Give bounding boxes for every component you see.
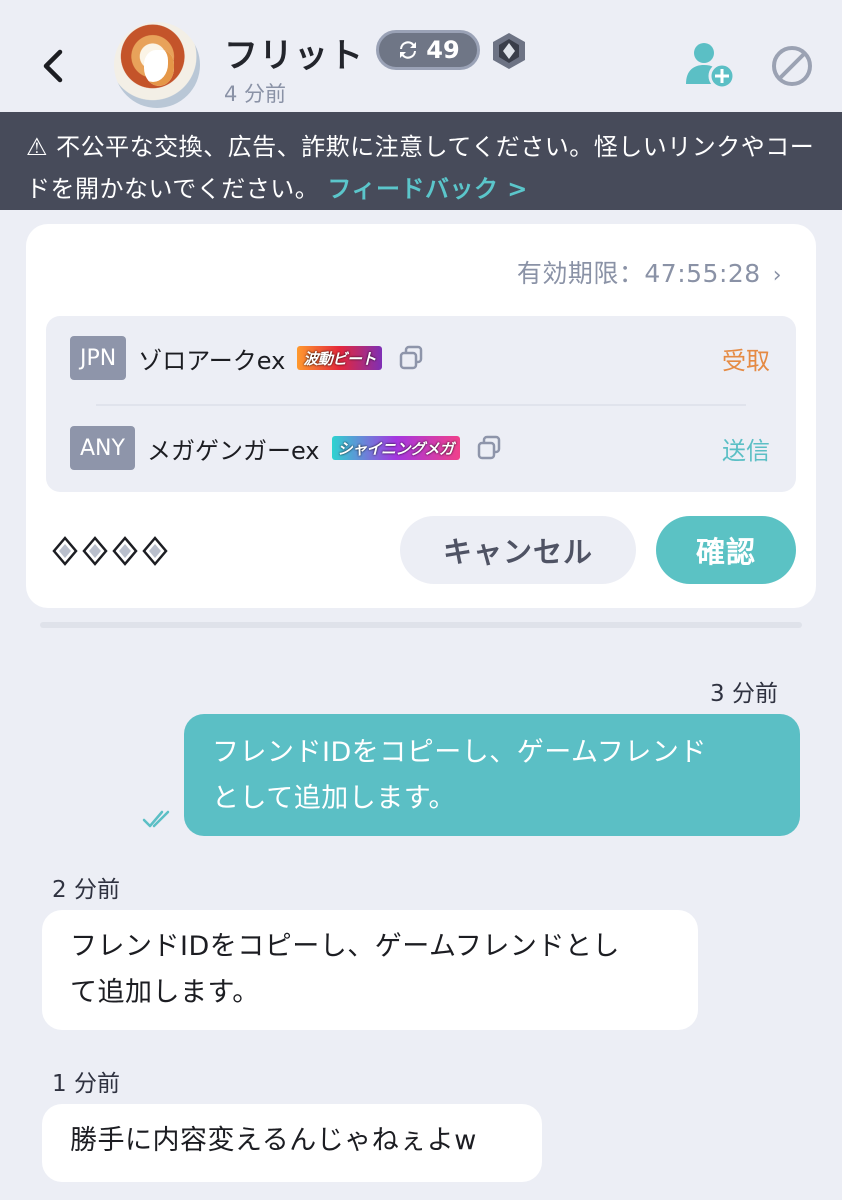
language-tag: JPN	[70, 336, 127, 380]
confirm-button[interactable]: 確認	[656, 516, 796, 584]
rarity-diamonds	[52, 536, 168, 566]
user-name[interactable]: フリット	[224, 28, 364, 77]
message-line: て追加します。	[70, 977, 260, 1008]
back-icon[interactable]	[36, 46, 72, 86]
diamond-icon	[142, 536, 168, 566]
add-friend-icon[interactable]	[684, 40, 736, 90]
status-send: 送信	[722, 436, 770, 465]
last-seen: 4 分前	[224, 82, 287, 106]
message-line: フレンドIDをコピーし、ゲームフレンド	[212, 737, 707, 768]
feedback-link[interactable]: フィードバック >	[327, 175, 527, 203]
message-bubble-incoming[interactable]: 勝手に内容変えるんじゃねぇよw	[42, 1104, 542, 1182]
chat-screen: フリット 49 4 分前 ⚠ 不公平な交換、広告、詐欺に注意してください。怪しい…	[0, 0, 842, 1200]
message-bubble-outgoing[interactable]: フレンドIDをコピーし、ゲームフレンド として追加します。	[184, 714, 800, 836]
cancel-button[interactable]: キャンセル	[400, 516, 636, 584]
rarity-badge: 波動ビート	[297, 346, 382, 370]
trade-item-receive: JPN ゾロアークex 波動ビート 受取	[70, 336, 770, 380]
chevron-right-icon: ›	[772, 263, 782, 288]
divider	[96, 404, 746, 406]
scam-warning-banner: ⚠ 不公平な交換、広告、詐欺に注意してください。怪しいリンクやコードを開かないで…	[0, 112, 842, 210]
message-timestamp: 3 分前	[710, 681, 778, 707]
language-tag: ANY	[70, 426, 135, 470]
copy-icon[interactable]	[398, 345, 424, 371]
trade-card: 有効期限：47:55:28 › JPN ゾロアークex 波動ビート 受取 ANY …	[26, 224, 816, 608]
trade-item-send: ANY メガゲンガーex シャイニングメガ 送信	[70, 426, 770, 470]
message-line: フレンドIDをコピーし、ゲームフレンドとし	[70, 931, 620, 962]
expiry-timer[interactable]: 有効期限：47:55:28 ›	[517, 254, 782, 290]
read-check-icon	[142, 810, 170, 828]
card-name: ゾロアークex	[138, 346, 286, 375]
status-receive: 受取	[722, 346, 770, 375]
block-icon[interactable]	[770, 44, 814, 88]
card-divider	[40, 622, 802, 628]
diamond-icon	[112, 536, 138, 566]
diamond-icon	[82, 536, 108, 566]
message-bubble-incoming[interactable]: フレンドIDをコピーし、ゲームフレンドとし て追加します。	[42, 910, 698, 1030]
trade-count: 49	[426, 36, 460, 64]
avatar[interactable]	[114, 22, 200, 108]
message-line: として追加します。	[212, 783, 456, 814]
expiry-label: 有効期限：47:55:28	[516, 259, 761, 288]
chat-header: フリット 49 4 分前	[0, 0, 842, 112]
trade-count-badge: 49	[376, 30, 480, 70]
trade-items: JPN ゾロアークex 波動ビート 受取 ANY メガゲンガーex シャイニング…	[46, 316, 796, 492]
rank-badge-icon	[493, 33, 525, 69]
message-line: 勝手に内容変えるんじゃねぇよw	[70, 1125, 477, 1156]
rarity-badge: シャイニングメガ	[331, 436, 460, 460]
copy-icon[interactable]	[476, 435, 502, 461]
message-timestamp: 1 分前	[52, 1071, 120, 1097]
diamond-icon	[52, 536, 78, 566]
warning-icon: ⚠	[26, 133, 49, 161]
sync-icon	[400, 41, 417, 59]
message-timestamp: 2 分前	[52, 877, 120, 903]
card-name: メガゲンガーex	[146, 436, 320, 465]
